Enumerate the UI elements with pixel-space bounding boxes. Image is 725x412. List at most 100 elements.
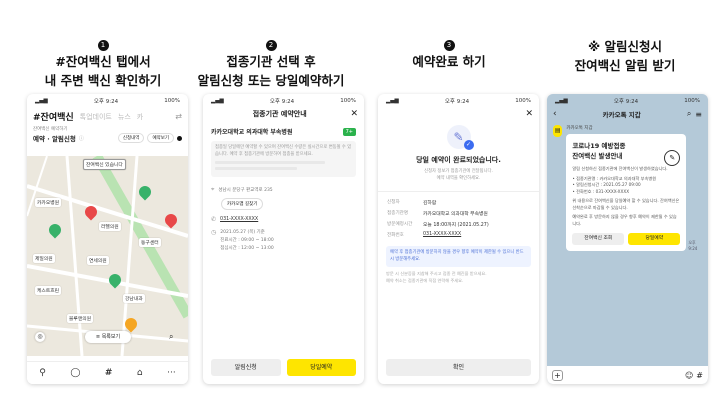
menu-icon[interactable]: ≡ xyxy=(695,110,702,119)
tab-vaccine[interactable]: #잔여백신 xyxy=(33,110,74,123)
hospital-name: 카카오대학교 의과대학 부속병원 xyxy=(211,129,293,136)
map-bubble[interactable]: 잔여백신 있습니다 xyxy=(83,159,126,170)
note-mark: ※ xyxy=(587,39,601,54)
route-button[interactable]: 카카오맵 길찾기 xyxy=(221,198,264,210)
hash-icon[interactable]: # xyxy=(105,368,113,378)
map-label: 케스트흐린 xyxy=(35,286,62,295)
signal-icon: ▂▄▆ xyxy=(555,97,568,104)
chat-title: 카카오톡 지갑 xyxy=(602,111,641,119)
battery-level: 100% xyxy=(164,97,180,104)
same-day-reserve-button[interactable]: 당일예약 xyxy=(286,359,356,376)
step-1-heading: 1 #잔여백신 탭에서 내 주변 백신 확인하기 xyxy=(18,0,188,89)
status-bar: ▂▄▆ 오후 9:24 100% xyxy=(547,94,708,107)
step-3-heading: 3 예약완료 하기 xyxy=(364,0,534,70)
more-icon[interactable]: ··· xyxy=(167,368,176,378)
vaccine-count-badge: 7+ xyxy=(342,127,356,136)
status-bar: ▂▄▆ 오후 9:24 100% xyxy=(378,94,539,107)
list-view-button[interactable]: ≡ 목록보기 xyxy=(85,331,131,343)
my-location-icon[interactable]: ◎ xyxy=(35,332,45,342)
warning-text: 예약 후 접종기관에 방문하지 않을 경우 향후 예약이 제한될 수 있으니 반… xyxy=(390,250,524,262)
tab-bar: #잔여백신 톡업데이트 뉴스 카 ⇄ xyxy=(27,107,188,126)
hours-weekday: 진료시간 : 09:00 ~ 18:00 xyxy=(220,238,274,243)
map-label: 동구센터 xyxy=(139,238,161,247)
mode-label[interactable]: 예약 · 알림신청 xyxy=(33,133,76,143)
message-title-line1: 코로나19 예방접종 xyxy=(572,142,626,150)
signal-icon: ▂▄▆ xyxy=(35,97,48,104)
phone-vaccine-map: ▂▄▆ 오후 9:24 100% #잔여백신 톡업데이트 뉴스 카 ⇄ 잔여백신… xyxy=(27,94,188,384)
map-label: 라헬의원 xyxy=(99,222,121,231)
same-day-reserve-button[interactable]: 당일예약 xyxy=(628,233,681,245)
battery-level: 100% xyxy=(684,97,700,104)
step-title-line1: #잔여백신 탭에서 xyxy=(55,54,151,69)
close-icon[interactable]: ✕ xyxy=(525,109,533,119)
phone-reservation-info: ▂▄▆ 오후 9:24 100% 접종기관 예약안내 ✕ 카카오대학교 의과대학… xyxy=(203,94,364,384)
vaccine-map[interactable]: 잔여백신 있습니다 카카오병원 라헬의원 동구센터 제일의원 연세의원 케스트흐… xyxy=(27,156,188,356)
status-time: 오후 9:24 xyxy=(269,98,295,105)
sender-avatar: ▤ xyxy=(553,125,563,137)
syringe-icon: ✎ xyxy=(664,150,681,166)
notice-box: 접종일 당일에만 예약할 수 있으며 잔여백신 수량은 실시간으로 변동될 수 … xyxy=(211,141,356,177)
step-number: 3 xyxy=(443,40,455,51)
tab-updates[interactable]: 톡업데이트 xyxy=(80,112,112,122)
complete-sub1: 신청자 정보가 접종기관에 전달됩니다. xyxy=(424,169,493,174)
battery-level: 100% xyxy=(515,97,531,104)
add-icon[interactable]: + xyxy=(552,369,563,381)
check-vaccine-button[interactable]: 잔여백신 조회 xyxy=(572,233,625,245)
message-card: 코로나19 예방접종 잔여백신 발생안내 ✎ 알림 신청하신 접종기관에 잔여백… xyxy=(566,134,687,251)
list-icon: ≡ xyxy=(95,334,101,340)
message-body: 위 내용으로 잔여백신을 당일예약 할 수 있습니다. 잔여백신은 선착순으로 … xyxy=(572,198,680,210)
info-icon[interactable]: ⓘ xyxy=(79,135,84,142)
chip-history[interactable]: 신청내역 xyxy=(117,133,145,143)
tab-news[interactable]: 뉴스 xyxy=(118,112,131,122)
detail-row: 전화번호 031-XXXX-XXXX xyxy=(387,232,462,238)
phone-reservation-complete: ▂▄▆ 오후 9:24 100% ✕ ✎ ✓ 당일 예약이 완료되었습니다. 신… xyxy=(378,94,539,384)
alarm-request-button[interactable]: 알림신청 xyxy=(211,359,281,376)
complete-sub2: 예약 내역을 확인하세요. xyxy=(436,176,481,181)
map-label: 제일의원 xyxy=(33,254,55,263)
phone-icon: ✆ xyxy=(211,216,217,223)
message-body: 알림 신청하신 접종기관에 잔여백신이 발생하였습니다. xyxy=(572,166,668,171)
person-icon[interactable]: ⚲ xyxy=(39,368,46,378)
step-title-line1: 접종기관 선택 후 xyxy=(226,54,316,69)
bottom-nav: ⚲ ◯ # ⌂ ··· xyxy=(27,361,188,384)
step-number: 1 xyxy=(97,40,109,51)
chat-icon[interactable]: ◯ xyxy=(70,368,80,378)
warning-box: 예약 후 접종기관에 방문하지 않을 경우 향후 예약이 제한될 수 있으니 반… xyxy=(386,246,531,267)
location-icon: ⌖ xyxy=(211,186,215,193)
hospital-phone[interactable]: 031-XXXX-XXXX xyxy=(220,217,258,222)
map-label: 강남내과 xyxy=(123,294,145,303)
detail-row: 신청자 김하람 xyxy=(387,200,437,206)
chat-input-bar: + ☺ # xyxy=(547,366,708,384)
note-line: 예약 취소는 접종기관에 직접 연락해 주세요. xyxy=(386,277,464,283)
hash-icon[interactable]: # xyxy=(696,371,703,380)
status-bar: ▂▄▆ 오후 9:24 100% xyxy=(203,94,364,107)
bag-icon[interactable]: ⌂ xyxy=(137,368,143,378)
battery-level: 100% xyxy=(340,97,356,104)
message-time: 오후 9:24 xyxy=(688,240,698,251)
hours-lunch: 점심시간 : 12:00 ~ 13:00 xyxy=(220,246,274,251)
step-number: 2 xyxy=(265,40,277,51)
search-icon[interactable]: ⌕ xyxy=(687,109,691,119)
step-title-line2: 내 주변 백신 확인하기 xyxy=(44,73,162,88)
check-badge-icon: ✓ xyxy=(463,140,474,150)
refresh-icon[interactable]: ⇄ xyxy=(175,112,182,121)
reservation-details: 신청자 김하람 접종기관명 카카오대학교 의과대학 부속병원 방문예정시간 오늘 18… xyxy=(378,191,539,240)
page-title: 접종기관 예약안내 xyxy=(252,110,307,118)
phone-wallet-notification: ▂▄▆ 오후 9:24 100% ‹ 카카오톡 지갑 ⌕ ≡ ▤ 카카오톡 지갑… xyxy=(547,94,708,384)
signal-icon: ▂▄▆ xyxy=(386,97,399,104)
step-title-line1: 예약완료 하기 xyxy=(412,54,486,69)
chip-reservations[interactable]: 예약보기 xyxy=(147,133,174,143)
map-label: 블루앤의원 xyxy=(67,314,94,323)
vaccine-subtitle: 잔여백신 예약하기 xyxy=(33,127,68,132)
map-label: 연세의원 xyxy=(87,256,109,265)
location-dot-icon[interactable] xyxy=(177,135,182,141)
tab-more[interactable]: 카 xyxy=(137,112,143,122)
detail-row: 방문예정시간 오늘 18:00까지 (2021.05.27) xyxy=(387,222,489,228)
hours-date: 2021.05.27 (목) 기준 xyxy=(220,230,265,235)
confirm-button[interactable]: 확인 xyxy=(386,359,531,376)
emoji-icon[interactable]: ☺ xyxy=(685,371,693,380)
search-icon[interactable]: ⌕ xyxy=(169,332,173,342)
close-icon[interactable]: ✕ xyxy=(350,109,358,119)
clock-icon: ◷ xyxy=(211,229,217,236)
status-bar: ▂▄▆ 오후 9:24 100% xyxy=(27,94,188,107)
